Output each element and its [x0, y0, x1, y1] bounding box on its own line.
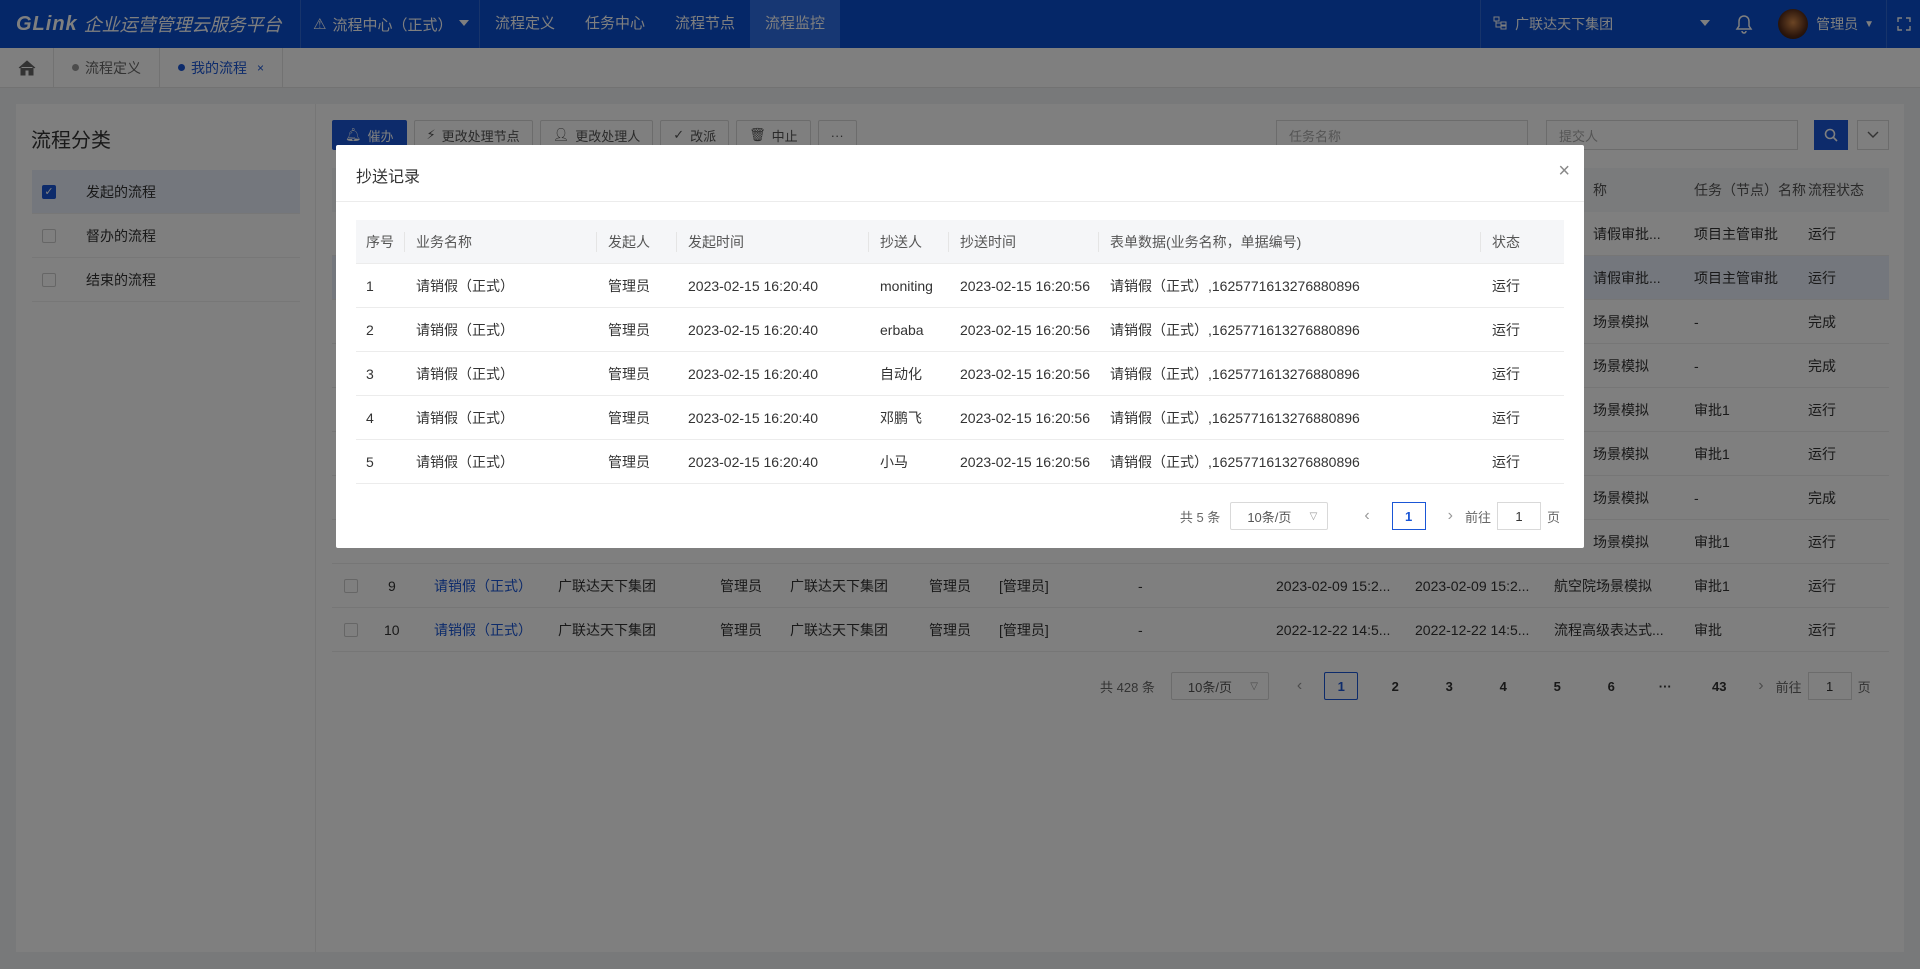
cell-start-time: 2023-02-15 16:20:40 — [688, 278, 818, 294]
header-start-time: 发起时间 — [688, 234, 744, 250]
goto-unit: 页 — [1546, 509, 1560, 525]
column-divider — [596, 232, 597, 252]
cell-status: 运行 — [1492, 322, 1520, 338]
prev-page-icon[interactable]: ‹ — [1364, 507, 1369, 525]
cell-form-data: 请销假（正式）,1625771613276880896 — [1110, 278, 1360, 294]
header-starter: 发起人 — [608, 234, 650, 250]
cell-no: 5 — [366, 454, 374, 470]
cell-form-data: 请销假（正式）,1625771613276880896 — [1110, 322, 1360, 338]
divider — [336, 201, 1584, 202]
goto-page-input[interactable]: 1 — [1496, 502, 1541, 530]
cell-starter: 管理员 — [608, 278, 650, 294]
cell-form-data: 请销假（正式）,1625771613276880896 — [1110, 410, 1360, 426]
cc-record-dialog: 抄送记录 × 序号 业务名称 发起人 发起时间 抄送人 抄送时间 表单数据(业务… — [336, 145, 1584, 548]
header-form-data: 表单数据(业务名称，单据编号) — [1110, 234, 1302, 250]
cell-start-time: 2023-02-15 16:20:40 — [688, 322, 818, 338]
cell-business: 请销假（正式） — [416, 322, 514, 338]
dialog-pagination: 共 5 条 10条/页 ▽ ‹ 1 › 前往 1 页 — [1180, 502, 1560, 530]
cell-status: 运行 — [1492, 366, 1520, 382]
table-row[interactable]: 4 请销假（正式） 管理员 2023-02-15 16:20:40 邓鹏飞 20… — [356, 396, 1564, 440]
cell-start-time: 2023-02-15 16:20:40 — [688, 410, 818, 426]
dialog-title: 抄送记录 — [356, 169, 421, 186]
header-cc-time: 抄送时间 — [960, 234, 1016, 250]
chevron-down-icon: ▽ — [1309, 511, 1318, 522]
cell-starter: 管理员 — [608, 454, 650, 470]
cell-cc-time: 2023-02-15 16:20:56 — [960, 366, 1090, 382]
cell-form-data: 请销假（正式）,1625771613276880896 — [1110, 454, 1360, 470]
column-divider — [868, 232, 869, 252]
page-size-value: 10条/页 — [1247, 509, 1292, 525]
cell-cc-person: 邓鹏飞 — [880, 410, 922, 426]
cell-cc-time: 2023-02-15 16:20:56 — [960, 278, 1090, 294]
cell-no: 2 — [366, 322, 374, 338]
header-cc-person: 抄送人 — [880, 234, 922, 250]
cell-starter: 管理员 — [608, 410, 650, 426]
goto-label: 前往 — [1464, 509, 1491, 525]
page-button-1[interactable]: 1 — [1391, 502, 1426, 530]
column-divider — [676, 232, 677, 252]
cell-business: 请销假（正式） — [416, 410, 514, 426]
cell-cc-time: 2023-02-15 16:20:56 — [960, 410, 1090, 426]
cell-cc-time: 2023-02-15 16:20:56 — [960, 322, 1090, 338]
table-row[interactable]: 3 请销假（正式） 管理员 2023-02-15 16:20:40 自动化 20… — [356, 352, 1564, 396]
cell-form-data: 请销假（正式）,1625771613276880896 — [1110, 366, 1360, 382]
cell-starter: 管理员 — [608, 366, 650, 382]
column-divider — [404, 232, 405, 252]
column-divider — [948, 232, 949, 252]
cell-cc-person: 自动化 — [880, 366, 922, 382]
next-page-icon[interactable]: › — [1448, 507, 1453, 525]
cell-business: 请销假（正式） — [416, 366, 514, 382]
cell-start-time: 2023-02-15 16:20:40 — [688, 454, 818, 470]
cell-no: 4 — [366, 410, 374, 426]
table-header: 序号 业务名称 发起人 发起时间 抄送人 抄送时间 表单数据(业务名称，单据编号… — [356, 220, 1564, 264]
cell-status: 运行 — [1492, 454, 1520, 470]
column-divider — [1480, 232, 1481, 252]
cc-record-table: 序号 业务名称 发起人 发起时间 抄送人 抄送时间 表单数据(业务名称，单据编号… — [356, 220, 1564, 484]
column-divider — [1098, 232, 1099, 252]
cell-status: 运行 — [1492, 410, 1520, 426]
table-row[interactable]: 2 请销假（正式） 管理员 2023-02-15 16:20:40 erbaba… — [356, 308, 1564, 352]
table-row[interactable]: 5 请销假（正式） 管理员 2023-02-15 16:20:40 小马 202… — [356, 440, 1564, 484]
cell-business: 请销假（正式） — [416, 454, 514, 470]
header-status: 状态 — [1492, 234, 1520, 250]
cell-no: 3 — [366, 366, 374, 382]
cell-status: 运行 — [1492, 278, 1520, 294]
cell-cc-person: moniting — [880, 278, 933, 294]
close-icon[interactable]: × — [1558, 161, 1570, 181]
table-row[interactable]: 1 请销假（正式） 管理员 2023-02-15 16:20:40 moniti… — [356, 264, 1564, 308]
page-size-select[interactable]: 10条/页 ▽ — [1230, 502, 1329, 530]
cell-business: 请销假（正式） — [416, 278, 514, 294]
cell-cc-time: 2023-02-15 16:20:56 — [960, 454, 1090, 470]
cell-start-time: 2023-02-15 16:20:40 — [688, 366, 818, 382]
cell-cc-person: erbaba — [880, 322, 924, 338]
header-business: 业务名称 — [416, 234, 472, 250]
header-no: 序号 — [366, 234, 394, 250]
pagination-total: 共 5 条 — [1179, 509, 1221, 525]
cell-cc-person: 小马 — [880, 454, 908, 470]
cell-starter: 管理员 — [608, 322, 650, 338]
cell-no: 1 — [366, 278, 374, 294]
